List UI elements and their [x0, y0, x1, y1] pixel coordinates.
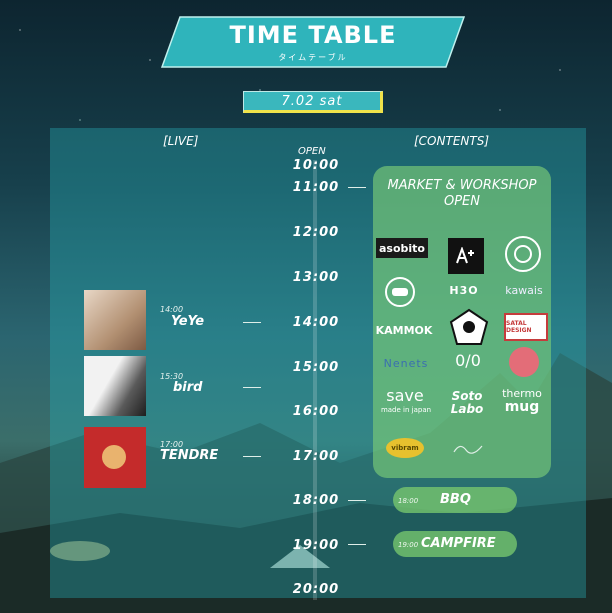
artist-time: 14:00 [160, 305, 184, 314]
pink-circle-logo [509, 347, 539, 377]
tick-line [348, 187, 366, 188]
artist-photo-bird [84, 356, 146, 416]
mug-logo: mug [504, 399, 540, 415]
asobito-logo: asobito [376, 238, 428, 258]
event-time: 18:00 [398, 497, 419, 505]
kammok-logo: KAMMOK [375, 323, 433, 337]
time-label: 12:00 [292, 225, 340, 240]
page-subtitle: タイムテーブル [278, 53, 348, 62]
market-line-1: MARKET & WORKSHOP [387, 178, 537, 193]
tick-line [243, 456, 261, 457]
event-time: 19:00 [398, 541, 419, 549]
time-label: 17:00 [292, 449, 340, 464]
live-column-header: [LIVE] [163, 134, 199, 148]
time-label: 16:00 [292, 404, 340, 419]
time-label: 15:00 [292, 360, 340, 375]
page-title: TIME TABLE [229, 21, 397, 49]
soto-labo-logo: Soto Labo [450, 389, 484, 416]
time-label: 10:00 [292, 158, 340, 173]
tick-line [348, 544, 366, 545]
date-badge: 7.02 sat [243, 91, 383, 113]
open-label: OPEN [298, 146, 326, 157]
tick-line [243, 387, 261, 388]
time-label: 14:00 [292, 315, 340, 330]
artist-name: TENDRE [160, 448, 219, 463]
title-banner: TIME TABLE タイムテーブル [160, 15, 466, 69]
event-name: CAMPFIRE [421, 536, 496, 551]
oo-logo: 0/0 [455, 350, 481, 370]
market-workshop-heading: MARKET & WORKSHOP OPEN [373, 178, 551, 210]
time-label: 20:00 [292, 582, 340, 597]
natural-archive-logo [449, 308, 489, 348]
time-label: 18:00 [292, 493, 340, 508]
vibram-logo: vibram [386, 438, 424, 458]
kawais-logo: kawais [505, 283, 543, 297]
save-logo: save [386, 385, 424, 405]
artist-photo-yeye [84, 290, 146, 350]
round-stamp-logo [385, 277, 415, 307]
h3o-logo: H3O [449, 283, 479, 297]
save-subtitle: made in japan [380, 406, 432, 414]
satal-design-logo: SATAL DESIGN [504, 313, 548, 341]
tick-line [243, 322, 261, 323]
nenets-logo: Nenets [383, 356, 429, 370]
a-plus-logo [448, 238, 484, 274]
time-label: 19:00 [292, 538, 340, 553]
tick-line [348, 500, 366, 501]
circle-emblem-logo [505, 236, 541, 272]
contents-column-header: [CONTENTS] [414, 134, 489, 148]
event-name: BBQ [440, 492, 471, 507]
artist-name: YeYe [171, 314, 205, 329]
script-logo [452, 440, 484, 456]
artist-photo-tendre [84, 427, 146, 488]
time-label: 13:00 [292, 270, 340, 285]
artist-name: bird [173, 380, 203, 395]
time-label: 11:00 [292, 180, 340, 195]
market-line-2: OPEN [443, 194, 480, 209]
